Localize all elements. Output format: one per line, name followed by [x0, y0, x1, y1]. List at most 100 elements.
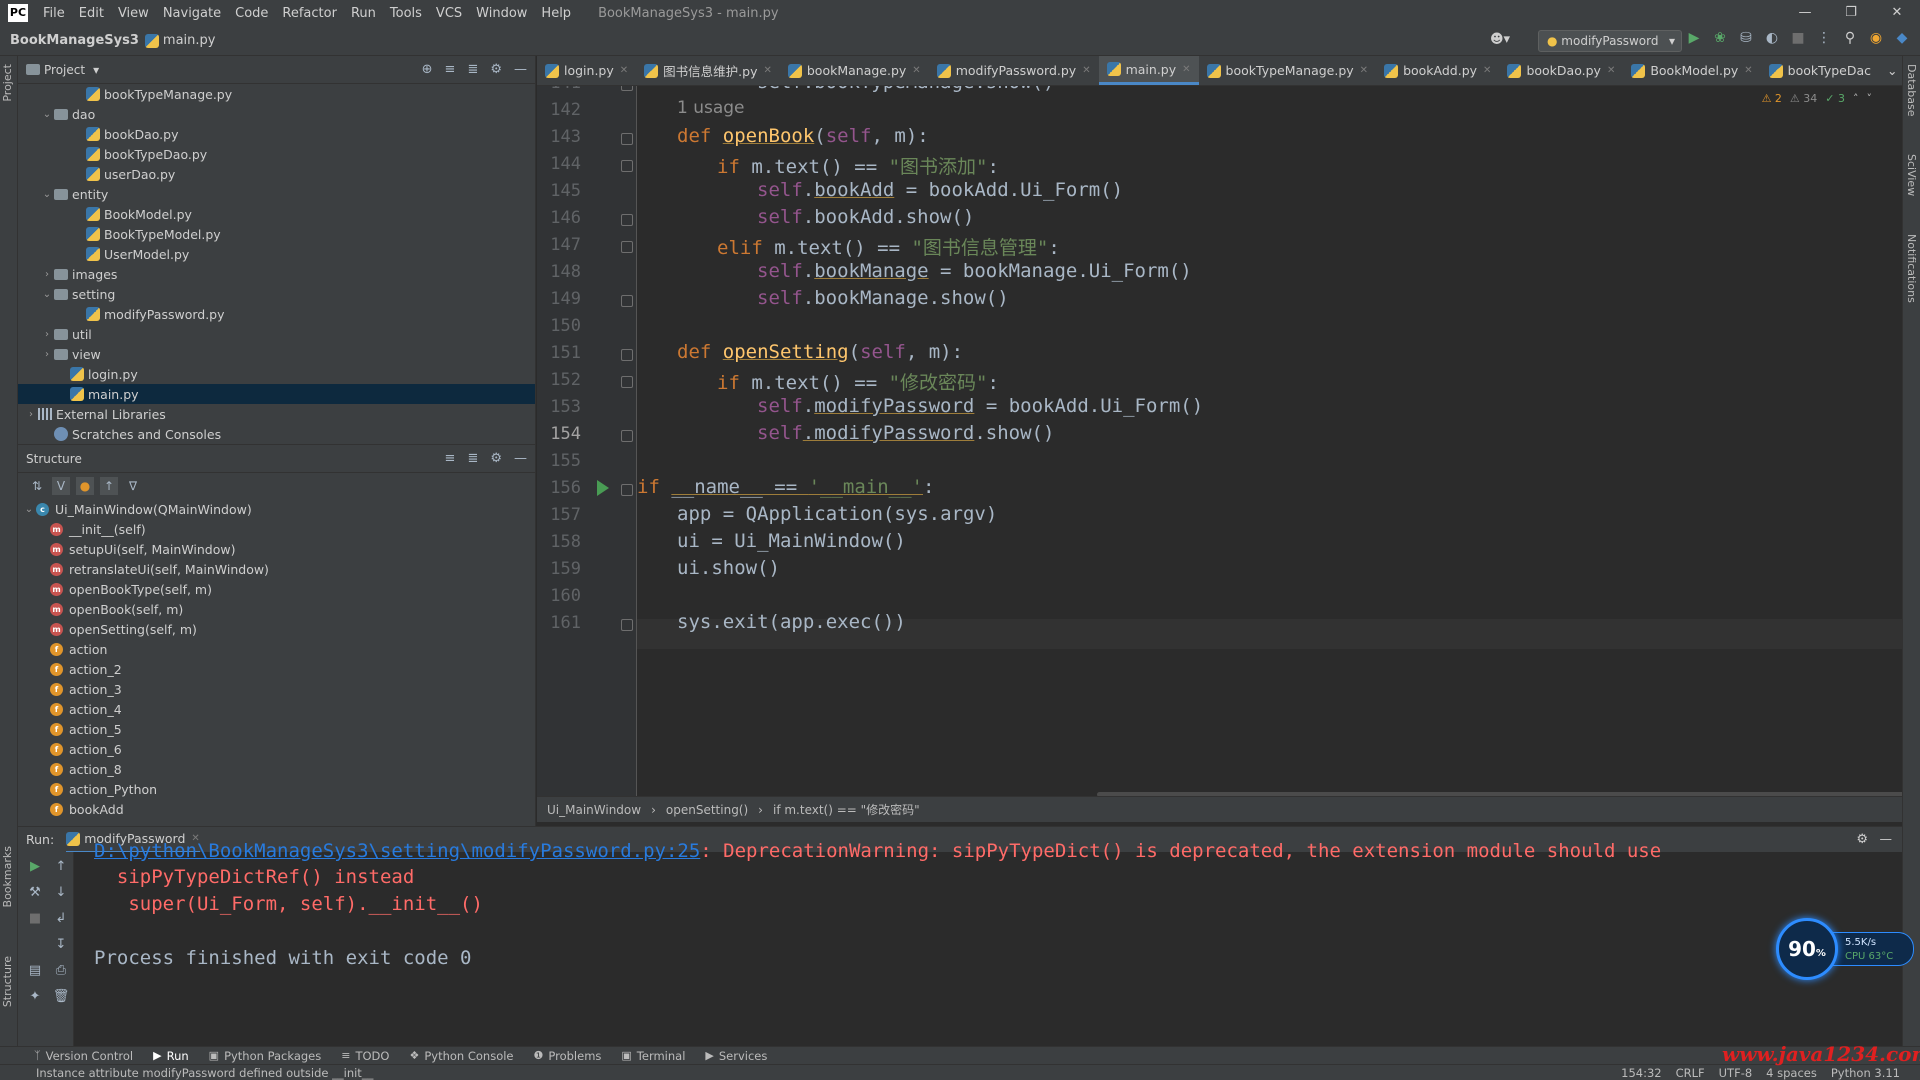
toolwindow-python-console[interactable]: ❖ Python Console	[399, 1049, 523, 1063]
python-interpreter[interactable]: Python 3.11	[1831, 1066, 1900, 1080]
toolwindow-problems[interactable]: ❶ Problems	[524, 1049, 612, 1063]
editor-tab[interactable]: bookTypeManage.py ✕	[1199, 56, 1377, 85]
breadcrumb-project[interactable]: BookManageSys3	[0, 33, 145, 48]
structure-item[interactable]: f action_5	[18, 719, 535, 739]
toolwindow-services[interactable]: ▶ Services	[695, 1049, 777, 1063]
menu-tools[interactable]: Tools	[383, 6, 429, 21]
soft-wrap-icon[interactable]: ↲	[52, 910, 70, 928]
debug-icon[interactable]: ❀	[1712, 30, 1728, 46]
scroll-up-icon[interactable]: ↑	[52, 858, 70, 876]
menu-run[interactable]: Run	[344, 6, 383, 21]
minimize-icon[interactable]: —	[1782, 0, 1828, 26]
gear-icon[interactable]: ⚙	[1856, 832, 1868, 847]
project-tree-item[interactable]: ⌄ setting	[18, 284, 535, 304]
toolwindow-run[interactable]: ▶ Run	[143, 1049, 199, 1063]
chevron-down-icon[interactable]: ⌄	[22, 504, 36, 515]
project-tree-item[interactable]: bookTypeDao.py	[18, 144, 535, 164]
project-tree-item[interactable]: userDao.py	[18, 164, 535, 184]
menu-navigate[interactable]: Navigate	[156, 6, 228, 21]
restore-icon[interactable]: ❐	[1828, 0, 1874, 26]
close-icon[interactable]: ✕	[1360, 65, 1368, 76]
project-tree-item[interactable]: BookModel.py	[18, 204, 535, 224]
project-tree-item[interactable]: › util	[18, 324, 535, 344]
editor-tab[interactable]: main.py ✕	[1098, 56, 1199, 85]
show-inherited-icon[interactable]: ↑	[100, 477, 118, 495]
structure-tool-button[interactable]: Structure	[1, 956, 14, 1007]
editor-tab[interactable]: bookManage.py ✕	[780, 56, 929, 85]
more-icon[interactable]: ⋮	[1816, 30, 1832, 46]
fold-toggle-icon[interactable]	[621, 484, 633, 496]
project-tree-item[interactable]: bookDao.py	[18, 124, 535, 144]
structure-item[interactable]: m openBookType(self, m)	[18, 579, 535, 599]
hide-icon[interactable]: —	[1880, 831, 1893, 846]
layout-icon[interactable]: ▤	[26, 962, 44, 980]
editor-tab[interactable]: BookModel.py ✕	[1623, 56, 1760, 85]
editor-tab[interactable]: 图书信息维护.py ✕	[636, 56, 780, 85]
breadcrumb-file[interactable]: main.py	[163, 33, 216, 48]
menu-view[interactable]: View	[111, 6, 156, 21]
run-console[interactable]: ▶ ↑ ⚒ ↓ ■ ↲ ↧ ▤ ⎙ ✦ 🗑 D:\python\BookMana…	[18, 840, 1902, 1046]
scroll-down-icon[interactable]: ↓	[52, 884, 70, 902]
run-main-icon[interactable]	[597, 480, 609, 496]
fold-toggle-icon[interactable]	[621, 295, 633, 307]
scroll-to-end-icon[interactable]: ↧	[52, 936, 70, 954]
chevron-right-icon[interactable]: ›	[24, 409, 38, 420]
chevron-down-icon[interactable]: ˅	[1867, 92, 1873, 105]
structure-item[interactable]: ⌄ c Ui_MainWindow(QMainWindow)	[18, 499, 535, 519]
project-tree-item[interactable]: ⌄ dao	[18, 104, 535, 124]
user-icon[interactable]: ☻▾	[1490, 32, 1510, 47]
toolwindow-todo[interactable]: ≡ TODO	[331, 1049, 399, 1063]
hide-icon[interactable]: —	[514, 451, 527, 466]
caret-position[interactable]: 154:32	[1621, 1066, 1661, 1080]
project-tree-item[interactable]: UserModel.py	[18, 244, 535, 264]
rerun-icon[interactable]: ▶	[26, 858, 44, 876]
project-tree-item[interactable]: BookTypeModel.py	[18, 224, 535, 244]
close-icon[interactable]: ✕	[1483, 65, 1491, 76]
collapse-all-icon[interactable]: ≣	[467, 451, 478, 466]
menu-window[interactable]: Window	[469, 6, 534, 21]
breadcrumb-class[interactable]: Ui_MainWindow	[547, 803, 641, 817]
editor-tab[interactable]: bookTypeDac	[1761, 56, 1879, 85]
chevron-right-icon[interactable]: ›	[40, 269, 54, 280]
sciview-tool-button[interactable]: SciView	[1905, 154, 1918, 196]
filter-icon[interactable]: ∇	[124, 477, 142, 495]
fold-toggle-icon[interactable]	[621, 376, 633, 388]
project-tree-item[interactable]: main.py	[18, 384, 535, 404]
wrench-icon[interactable]: ⚒	[26, 884, 44, 902]
toolwindow-python-packages[interactable]: ▣ Python Packages	[199, 1049, 332, 1063]
code-editor[interactable]: 141 142 143 144 145 146 147 148 149 150 151 152 153 1…	[537, 86, 1902, 796]
fold-toggle-icon[interactable]	[621, 133, 633, 145]
toolwindow-version-control[interactable]: ᛉ Version Control	[24, 1049, 143, 1063]
chevron-right-icon[interactable]: ›	[40, 329, 54, 340]
expand-all-icon[interactable]: ≡	[445, 451, 456, 466]
project-tree-item[interactable]: Scratches and Consoles	[18, 424, 535, 444]
chevron-down-icon[interactable]: ▾	[93, 63, 99, 77]
inspection-widget[interactable]: ⚠ 2 ⚠ 34 ✓ 3 ˄ ˅	[1762, 92, 1872, 105]
menu-code[interactable]: Code	[228, 6, 275, 21]
run-configuration-select[interactable]: ● modifyPassword ▾	[1538, 30, 1682, 52]
line-separator[interactable]: CRLF	[1676, 1066, 1705, 1080]
print-icon[interactable]: ⎙	[52, 962, 70, 980]
project-tool-button[interactable]: Project	[1, 64, 14, 102]
hide-icon[interactable]: —	[514, 62, 527, 77]
close-icon[interactable]: ✕	[912, 65, 920, 76]
file-encoding[interactable]: UTF-8	[1719, 1066, 1753, 1080]
chevron-down-icon[interactable]: ⌄	[40, 289, 54, 300]
bookmarks-tool-button[interactable]: Bookmarks	[1, 846, 14, 907]
close-icon[interactable]: ✕	[763, 65, 771, 76]
search-icon[interactable]: ⚲	[1842, 30, 1858, 46]
jetbrains-icon[interactable]: ◆	[1894, 30, 1910, 46]
close-icon[interactable]: ✕	[1744, 65, 1752, 76]
chevron-down-icon[interactable]: ⌄	[40, 109, 54, 120]
breadcrumb-statement[interactable]: if m.text() == "修改密码"	[773, 801, 920, 818]
menu-help[interactable]: Help	[534, 6, 578, 21]
chevron-up-icon[interactable]: ˄	[1853, 92, 1859, 105]
editor-tab[interactable]: modifyPassword.py ✕	[929, 56, 1099, 85]
stop-icon[interactable]: ■	[26, 910, 44, 928]
coverage-icon[interactable]: ⛁	[1738, 30, 1754, 46]
structure-item[interactable]: f action_2	[18, 659, 535, 679]
show-fields-icon[interactable]: ●	[76, 477, 94, 495]
project-tree-item[interactable]: › External Libraries	[18, 404, 535, 424]
editor-tab[interactable]: bookDao.py ✕	[1499, 56, 1623, 85]
structure-item[interactable]: m retranslateUi(self, MainWindow)	[18, 559, 535, 579]
